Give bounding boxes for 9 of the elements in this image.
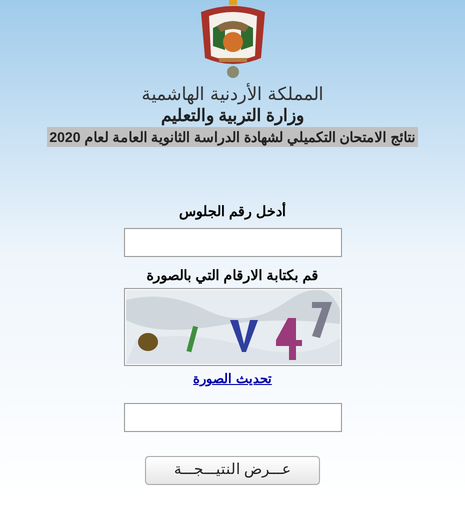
captcha-label: قم بكتابة الارقام التي بالصورة [146, 266, 318, 286]
page-title: نتائج الامتحان التكميلي لشهادة الدراسة الثانوية العامة لعام 2020 [47, 127, 418, 147]
kingdom-title: المملكة الأردنية الهاشمية [141, 84, 324, 106]
refresh-image-link[interactable]: تحديث الصورة [193, 369, 272, 388]
ministry-title: وزارة التربية والتعليم [160, 106, 304, 126]
seat-number-label: أدخل رقم الجلوس [179, 201, 286, 222]
seat-number-field[interactable] [124, 228, 342, 257]
captcha-field[interactable] [124, 402, 342, 432]
show-result-button[interactable]: عـــرض النتيـــجـــة [145, 456, 320, 484]
